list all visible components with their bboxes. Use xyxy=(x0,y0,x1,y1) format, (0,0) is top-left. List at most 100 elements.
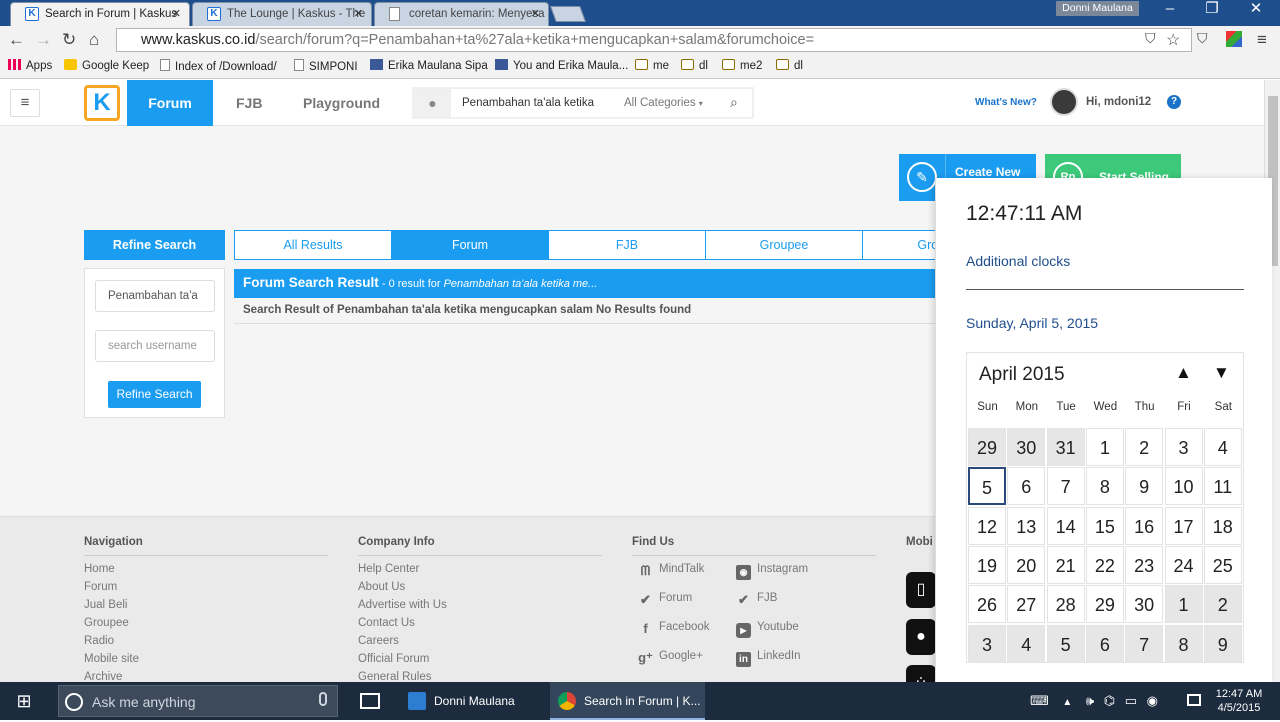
windows-start-icon[interactable]: ⊞ xyxy=(0,682,48,720)
calendar-day[interactable]: 4 xyxy=(1007,624,1046,663)
calendar-day[interactable]: 30 xyxy=(1125,585,1164,624)
nav-forum[interactable]: Forum xyxy=(127,80,213,126)
calendar-day[interactable]: 1 xyxy=(1164,585,1203,624)
long-date-link[interactable]: Sunday, April 5, 2015 xyxy=(966,315,1098,331)
calendar-day[interactable]: 22 xyxy=(1085,545,1124,584)
calendar-day[interactable]: 19 xyxy=(968,545,1006,584)
bookmark-index-download[interactable]: Index of /Download/ xyxy=(160,59,277,73)
footer-link-mindtalk[interactable]: ᗰ MindTalk xyxy=(638,563,705,578)
calendar-month-title[interactable]: April 2015 xyxy=(979,364,1065,386)
calendar-day[interactable]: 8 xyxy=(1164,624,1203,663)
new-tab-button[interactable] xyxy=(550,6,586,22)
footer-link-linkedin[interactable]: in LinkedIn xyxy=(736,650,800,667)
calendar-day[interactable]: 10 xyxy=(1164,467,1203,506)
blackberry-app-icon[interactable]: ⁘ xyxy=(906,665,936,682)
calendar-day[interactable]: 25 xyxy=(1203,545,1242,584)
bookmark-erika[interactable]: Erika Maulana Sipa xyxy=(370,59,488,72)
tab-the-lounge[interactable]: K The Lounge | Kaskus - The ✕ xyxy=(192,2,372,26)
calendar-day[interactable]: 24 xyxy=(1164,545,1203,584)
chevron-up-icon[interactable]: ▲ xyxy=(1062,697,1072,708)
calendar-day[interactable]: 20 xyxy=(1007,545,1046,584)
search-username-input[interactable]: search username xyxy=(95,330,215,362)
bookmark-star-icon[interactable]: ☆ xyxy=(1166,30,1180,50)
footer-link-forum[interactable]: Forum xyxy=(84,581,117,593)
tab-search-in-forum[interactable]: K Search in Forum | Kaskus ✕ xyxy=(10,2,190,26)
footer-link-jual-beli[interactable]: Jual Beli xyxy=(84,599,127,611)
tab-groupee[interactable]: Groupee xyxy=(706,231,863,259)
network-icon[interactable]: ⌬ xyxy=(1104,693,1115,708)
bookmark-folder-dl2[interactable]: dl xyxy=(776,59,803,72)
footer-link-about-us[interactable]: About Us xyxy=(358,581,405,593)
footer-link-careers[interactable]: Careers xyxy=(358,635,399,647)
calendar-day[interactable]: 6 xyxy=(1007,467,1046,506)
chat-bubble-icon[interactable]: ● xyxy=(414,89,451,117)
calendar-day[interactable]: 9 xyxy=(1125,467,1164,506)
calendar-day[interactable]: 16 xyxy=(1125,506,1164,545)
calendar-day[interactable]: 28 xyxy=(1046,585,1085,624)
extension-icon[interactable] xyxy=(1226,31,1242,47)
calendar-day[interactable]: 1 xyxy=(1085,428,1124,466)
footer-link-facebook[interactable]: f Facebook xyxy=(638,621,709,636)
calendar-day[interactable]: 4 xyxy=(1203,428,1242,466)
next-month-arrow-icon[interactable]: ▼ xyxy=(1213,363,1230,383)
apple-app-icon[interactable]: ● xyxy=(906,619,936,655)
calendar-day[interactable]: 6 xyxy=(1085,624,1124,663)
kaskus-logo[interactable]: K xyxy=(84,85,120,121)
calendar-day[interactable]: 26 xyxy=(968,585,1006,624)
bookmark-simponi[interactable]: SIMPONI xyxy=(294,59,358,73)
calendar-day[interactable]: 30 xyxy=(1007,428,1046,466)
footer-link-instagram[interactable]: ◉ Instagram xyxy=(736,563,808,580)
refine-query-input[interactable]: Penambahan ta'a xyxy=(95,280,215,312)
calendar-day[interactable]: 18 xyxy=(1203,506,1242,545)
help-icon[interactable]: ? xyxy=(1167,95,1181,109)
tab-forum[interactable]: Forum xyxy=(392,231,549,259)
footer-link-mobile-site[interactable]: Mobile site xyxy=(84,653,139,665)
footer-link-official-forum[interactable]: Official Forum xyxy=(358,653,429,665)
bookmark-apps[interactable]: Apps xyxy=(8,59,52,72)
calendar-day[interactable]: 3 xyxy=(968,624,1006,663)
calendar-day[interactable]: 13 xyxy=(1007,506,1046,545)
profile-user-chip[interactable]: Donni Maulana xyxy=(1056,1,1139,16)
bookmark-you-and-erika[interactable]: You and Erika Maula... xyxy=(495,59,628,72)
notification-center-icon[interactable] xyxy=(1187,694,1201,706)
footer-link-google-plus[interactable]: g⁺ Google+ xyxy=(638,650,703,665)
close-window-icon[interactable]: ✕ xyxy=(1236,0,1276,20)
refine-search-button[interactable]: Refine Search xyxy=(108,381,201,408)
battery-icon[interactable]: ▭ xyxy=(1125,693,1137,708)
previous-month-arrow-icon[interactable]: ▲ xyxy=(1175,363,1192,383)
footer-link-home[interactable]: Home xyxy=(84,563,115,575)
close-tab-icon[interactable]: ✕ xyxy=(172,7,181,20)
calendar-day[interactable]: 8 xyxy=(1085,467,1124,506)
volume-icon[interactable]: 🕪 xyxy=(1086,693,1094,708)
calendar-day[interactable]: 27 xyxy=(1007,585,1046,624)
calendar-day[interactable]: 17 xyxy=(1164,506,1203,545)
footer-link-general-rules[interactable]: General Rules xyxy=(358,671,432,682)
footer-link-twitter-fjb[interactable]: ✔ FJB xyxy=(736,592,777,607)
avatar[interactable] xyxy=(1050,88,1078,116)
whats-new-link[interactable]: What's New? xyxy=(975,97,1037,108)
keyboard-icon[interactable]: ⌨ xyxy=(1030,693,1049,708)
reload-icon[interactable]: ↻ xyxy=(62,30,76,50)
bookmark-folder-dl[interactable]: dl xyxy=(681,59,708,72)
tab-fjb[interactable]: FJB xyxy=(549,231,706,259)
calendar-day[interactable]: 7 xyxy=(1125,624,1164,663)
category-select[interactable]: All Categories ▾ xyxy=(624,97,703,109)
menu-icon[interactable]: ≡ xyxy=(1257,30,1267,50)
android-app-icon[interactable]: ▯ xyxy=(906,572,936,608)
calendar-day[interactable]: 3 xyxy=(1164,428,1203,466)
calendar-day[interactable]: 7 xyxy=(1046,467,1085,506)
search-icon[interactable]: ⌕ xyxy=(730,94,738,111)
footer-link-groupee[interactable]: Groupee xyxy=(84,617,129,629)
tab-all-results[interactable]: All Results xyxy=(235,231,392,259)
calendar-day[interactable]: 12 xyxy=(968,506,1006,545)
tab-coretan-kemarin[interactable]: coretan kemarin: Menyesa ✕ xyxy=(374,2,549,26)
restore-icon[interactable]: ❐ xyxy=(1192,0,1232,20)
calendar-day[interactable]: 31 xyxy=(1046,428,1085,466)
minimize-icon[interactable]: – xyxy=(1150,0,1190,20)
calendar-day[interactable]: 21 xyxy=(1046,545,1085,584)
footer-link-contact-us[interactable]: Contact Us xyxy=(358,617,415,629)
task-view-icon[interactable] xyxy=(360,693,380,709)
footer-link-youtube[interactable]: ▶ Youtube xyxy=(736,621,799,638)
extension-shield-icon[interactable]: ⛉ xyxy=(1197,30,1208,47)
home-icon[interactable]: ⌂ xyxy=(89,30,99,50)
